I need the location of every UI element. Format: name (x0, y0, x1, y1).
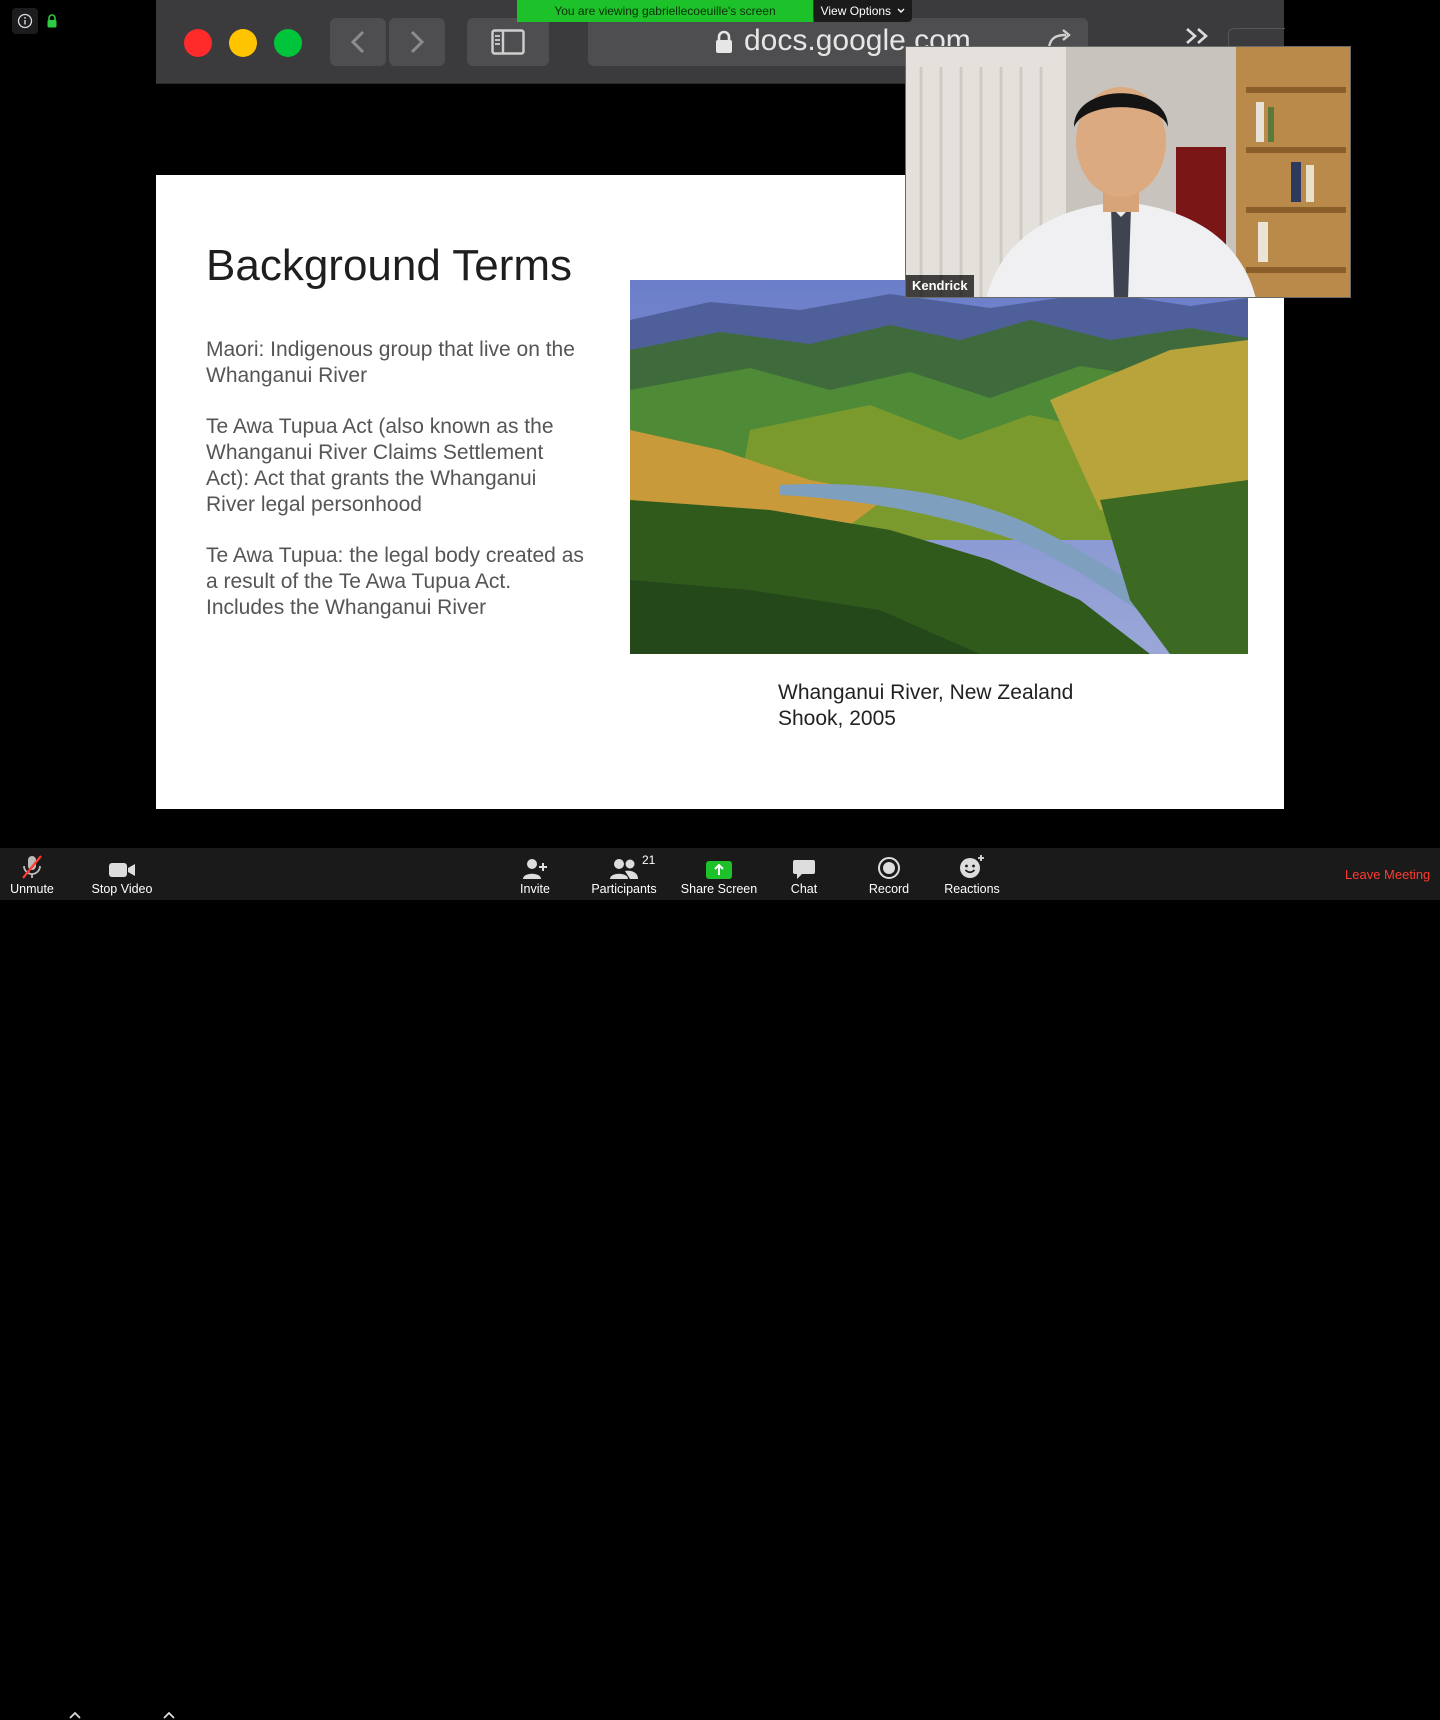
encryption-lock-icon[interactable] (44, 13, 60, 29)
slide-paragraph: Te Awa Tupua Act (also known as the Whan… (206, 415, 554, 516)
meeting-status-icons (12, 8, 60, 34)
chevron-left-icon (350, 30, 365, 54)
chat-bubble-icon (793, 860, 815, 879)
lock-icon (716, 30, 732, 53)
unmute-label: Unmute (10, 882, 54, 896)
browser-forward-button (389, 18, 445, 66)
invite-button[interactable]: Invite (510, 848, 560, 900)
share-screen-icon (706, 861, 732, 879)
record-label: Record (868, 882, 910, 896)
caption-credit: Shook, 2005 (778, 707, 896, 730)
add-person-icon (523, 859, 547, 879)
stop-video-button[interactable]: Stop Video (88, 848, 156, 900)
participant-video-tile[interactable]: Kendrick (905, 46, 1351, 298)
chat-label: Chat (790, 882, 818, 896)
browser-sidebar-button (467, 18, 549, 66)
leave-meeting-button[interactable]: Leave Meeting (1345, 867, 1430, 882)
participant-name: Kendrick (906, 275, 974, 297)
stop-video-label: Stop Video (91, 882, 153, 896)
double-chevron-icon (1186, 28, 1208, 44)
video-camera-icon (109, 863, 135, 877)
close-window-button (184, 29, 212, 57)
share-screen-button[interactable]: Share Screen (678, 848, 760, 900)
chevron-right-icon (410, 30, 425, 54)
slide-paragraph: Maori: Indigenous group that live on the… (206, 338, 575, 387)
minimize-window-button (229, 29, 257, 57)
screen-share-banner: You are viewing gabriellecoeuille's scre… (517, 0, 813, 22)
chat-button[interactable]: Chat (782, 848, 826, 900)
slide-title: Background Terms (206, 241, 573, 290)
river-landscape-image (630, 280, 1248, 654)
browser-back-button (330, 18, 386, 66)
participants-icon (610, 859, 638, 879)
chevron-down-icon (897, 8, 905, 13)
slide-paragraph: Te Awa Tupua: the legal body created as … (206, 544, 584, 619)
view-options-label: View Options (820, 4, 892, 18)
emoji-add-icon (960, 855, 984, 878)
audio-options-caret-icon[interactable] (68, 1710, 82, 1720)
reactions-label: Reactions (944, 882, 1000, 896)
caption-location: Whanganui River, New Zealand (778, 681, 1074, 704)
invite-label: Invite (520, 882, 550, 896)
record-icon (878, 857, 900, 879)
participants-count: 21 (642, 853, 656, 867)
reactions-button[interactable]: Reactions (942, 848, 1002, 900)
maximize-window-button (274, 29, 302, 57)
microphone-muted-icon (22, 855, 42, 879)
participants-label: Participants (591, 882, 657, 896)
sidebar-icon (491, 29, 525, 55)
share-screen-label: Share Screen (680, 882, 758, 896)
unmute-button[interactable]: Unmute (4, 848, 60, 900)
record-button[interactable]: Record (864, 848, 914, 900)
image-caption: Whanganui River, New Zealand Shook, 2005 (778, 680, 1073, 732)
meeting-info-button[interactable] (12, 8, 38, 34)
video-options-caret-icon[interactable] (162, 1710, 176, 1720)
view-options-button[interactable]: View Options (814, 0, 912, 22)
meeting-toolbar: Unmute Stop Video Invite Participants Sh… (0, 848, 1440, 1719)
info-icon (17, 13, 33, 29)
